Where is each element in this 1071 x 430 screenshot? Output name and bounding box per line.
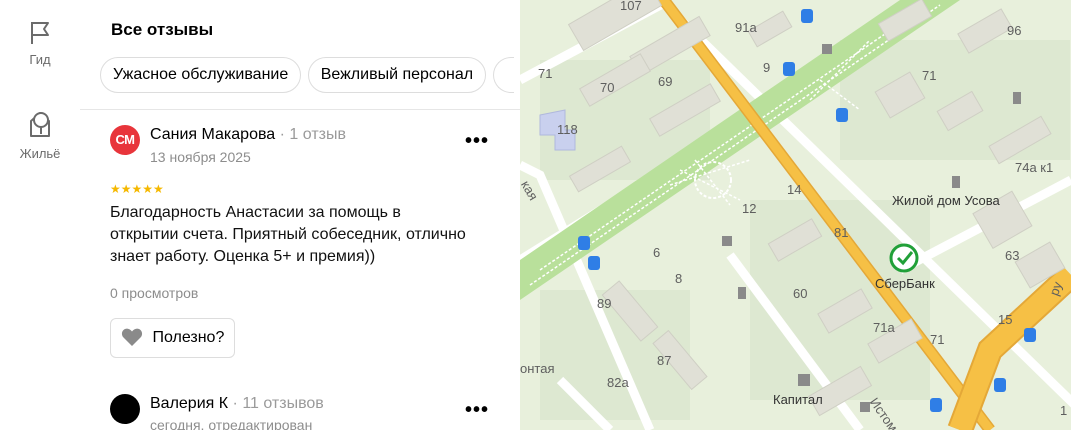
house-tree-icon <box>30 112 50 137</box>
review-text: Благодарность Анастасии за помощь в откр… <box>110 204 466 265</box>
chip-polite-staff[interactable]: Вежливый персонал <box>307 57 487 93</box>
avatar[interactable]: СМ <box>110 125 140 155</box>
map-label: 91а <box>735 20 757 35</box>
author-review-count: 11 отзывов <box>242 395 324 412</box>
map-label: 15 <box>998 312 1012 327</box>
flag-icon <box>31 22 49 44</box>
map-label: 82а <box>607 375 629 390</box>
map-label: 81 <box>834 225 848 240</box>
divider <box>80 109 520 110</box>
map-label-usova: Жилой дом Усова <box>892 193 1000 208</box>
map-label: 71 <box>930 332 944 347</box>
author-review-count: 1 отзыв <box>289 126 346 143</box>
rating-stars: ★★★★★ <box>110 182 164 196</box>
avatar[interactable] <box>110 394 140 424</box>
chip-more[interactable] <box>492 57 514 93</box>
review-filter-chips: Ужасное обслуживание Вежливый персонал <box>100 57 520 93</box>
heart-icon <box>121 328 143 346</box>
author-separator: · <box>232 395 243 412</box>
rail-item-label: Гид <box>29 52 51 67</box>
map-label: 6 <box>653 245 660 260</box>
map-label-capital: Капитал <box>773 392 823 407</box>
map-label: 96 <box>1007 23 1021 38</box>
map-label: 70 <box>600 80 614 95</box>
map-label: 12 <box>742 201 756 216</box>
map-label: 9 <box>763 60 770 75</box>
review-views: 0 просмотров <box>110 285 199 301</box>
rail-item-label: Жильё <box>19 146 61 161</box>
map-label: 107 <box>620 0 642 13</box>
map-label: 71 <box>922 68 936 83</box>
review-author[interactable]: Сания Макарова · 1 отзыв <box>150 126 346 144</box>
map-canvas[interactable]: 107 91а 96 71 70 69 9 71 118 74а к1 14 1… <box>520 0 1071 430</box>
more-options-button[interactable]: ••• <box>462 131 492 154</box>
rail-item-guide[interactable]: Гид <box>0 20 80 67</box>
useful-button[interactable]: Полезно? <box>110 318 236 358</box>
map-label: 63 <box>1005 248 1019 263</box>
street-label: онтая <box>520 361 555 376</box>
left-rail: Гид Жильё <box>0 0 81 430</box>
review-date: сегодня, отредактирован <box>150 417 313 430</box>
map-label: 14 <box>787 182 801 197</box>
review-author[interactable]: Валерия К · 11 отзывов <box>150 395 324 413</box>
map-label: 69 <box>658 74 672 89</box>
map-label-sber: СберБанк <box>875 276 935 291</box>
map-label: 71 <box>538 66 552 81</box>
map-label: 74а к1 <box>1015 160 1053 175</box>
more-options-button[interactable]: ••• <box>462 400 492 423</box>
author-separator: · <box>279 126 290 143</box>
useful-label: Полезно? <box>152 329 225 346</box>
map-label: 8 <box>675 271 682 286</box>
chip-terrible-service[interactable]: Ужасное обслуживание <box>100 57 302 93</box>
map-label: 118 <box>557 122 578 137</box>
author-name[interactable]: Сания Макарова <box>150 126 275 143</box>
author-name[interactable]: Валерия К <box>150 395 228 412</box>
map[interactable]: 107 91а 96 71 70 69 9 71 118 74а к1 14 1… <box>520 0 1071 430</box>
map-label: 89 <box>597 296 611 311</box>
reviews-panel: Все отзывы Ужасное обслуживание Вежливый… <box>80 0 520 430</box>
map-label: 60 <box>793 286 807 301</box>
sber-logo-icon[interactable] <box>889 243 919 273</box>
rail-item-housing[interactable]: Жильё <box>0 106 80 161</box>
map-label: 71а <box>873 320 895 335</box>
map-label: 87 <box>657 353 671 368</box>
review-date: 13 ноября 2025 <box>150 149 251 165</box>
panel-title: Все отзывы <box>111 20 214 39</box>
map-label: 1 <box>1060 403 1067 418</box>
